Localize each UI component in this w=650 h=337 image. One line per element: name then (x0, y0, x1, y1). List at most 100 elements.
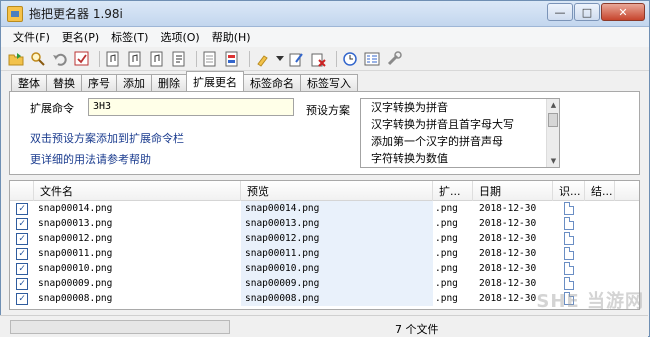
undo-icon[interactable] (51, 50, 69, 68)
clock-icon[interactable] (341, 50, 359, 68)
table-row[interactable]: ✓ snap00010.png snap00010.png .png 2018-12-3… (10, 261, 639, 276)
document-color-icon[interactable] (223, 50, 241, 68)
tab-strip: 整体 替换 序号 添加 删除 扩展更名 标签命名 标签写入 (1, 71, 649, 91)
window-title: 拖把更名器 1.98i (29, 7, 123, 21)
scroll-down-icon[interactable]: ▼ (547, 155, 559, 167)
menu-rename[interactable]: 更名(P) (56, 29, 105, 45)
header-identify[interactable]: 识... (553, 181, 585, 201)
preset-item[interactable]: 字符转换为数值 (361, 150, 559, 167)
tab-tag-naming[interactable]: 标签命名 (243, 74, 301, 91)
check-icon[interactable] (73, 50, 91, 68)
title-bar[interactable]: 拖把更名器 1.98i — □ ✕ (1, 1, 649, 27)
tab-delete[interactable]: 删除 (151, 74, 187, 91)
preset-item[interactable]: 汉字转换为拼音且首字母大写 (361, 116, 559, 133)
scroll-thumb[interactable] (548, 113, 558, 127)
scroll-up-icon[interactable]: ▲ (547, 99, 559, 111)
cell-extension: .png (435, 218, 458, 229)
file-icon (564, 202, 574, 215)
hint-double-click: 双击预设方案添加到扩展命令栏 (30, 132, 184, 145)
toolbar-separator (249, 50, 250, 67)
cell-identify (553, 246, 585, 261)
window-controls: — □ ✕ (546, 3, 645, 21)
tag-edit-icon[interactable] (288, 50, 306, 68)
row-checkbox[interactable]: ✓ (16, 232, 28, 245)
row-checkbox[interactable]: ✓ (16, 277, 28, 290)
cell-filename: snap00013.png (38, 218, 113, 229)
cell-identify (553, 231, 585, 246)
tab-sequence[interactable]: 序号 (81, 74, 117, 91)
tag-delete-icon[interactable] (310, 50, 328, 68)
settings-icon[interactable] (385, 50, 403, 68)
toolbar-separator (99, 50, 100, 67)
cell-extension: .png (435, 248, 458, 259)
row-checkbox-cell: ✓ (10, 276, 34, 291)
preset-label: 预设方案 (306, 104, 350, 117)
header-date[interactable]: 日期 (473, 181, 553, 201)
row-checkbox[interactable]: ✓ (16, 217, 28, 230)
menu-bar: 文件(F) 更名(P) 标签(T) 选项(O) 帮助(H) (1, 27, 649, 47)
row-checkbox[interactable]: ✓ (16, 262, 28, 275)
menu-file[interactable]: 文件(F) (7, 29, 56, 45)
music-file-icon[interactable] (104, 50, 122, 68)
cell-filename: snap00014.png (38, 203, 113, 214)
cell-preview: snap00012.png (241, 231, 433, 246)
brush-icon[interactable] (254, 50, 272, 68)
preset-scrollbar[interactable]: ▲ ▼ (546, 99, 559, 167)
cell-date: 2018-12-30 (479, 263, 537, 274)
file-icon (564, 262, 574, 275)
toolbar (1, 47, 649, 71)
list-icon[interactable] (363, 50, 381, 68)
table-row[interactable]: ✓ snap00011.png snap00011.png .png 2018-12-3… (10, 246, 639, 261)
search-icon[interactable] (29, 50, 47, 68)
row-checkbox-cell: ✓ (10, 291, 34, 306)
music-file-icon[interactable] (148, 50, 166, 68)
table-row[interactable]: ✓ snap00014.png snap00014.png .png 2018-12-3… (10, 201, 639, 216)
cell-filename: snap00011.png (38, 248, 113, 259)
command-input[interactable]: 3H3 (88, 98, 294, 116)
cell-extension: .png (435, 278, 458, 289)
dropdown-icon[interactable] (276, 50, 284, 68)
row-checkbox[interactable]: ✓ (16, 202, 28, 215)
row-checkbox[interactable]: ✓ (16, 247, 28, 260)
menu-tag[interactable]: 标签(T) (105, 29, 154, 45)
cell-filename: snap00009.png (38, 278, 113, 289)
preset-item[interactable]: 汉字转换为拼音 (361, 99, 559, 116)
cell-date: 2018-12-30 (479, 203, 537, 214)
cell-filename: snap00010.png (38, 263, 113, 274)
cell-date: 2018-12-30 (479, 218, 537, 229)
minimize-button[interactable]: — (547, 3, 573, 21)
cell-identify (553, 216, 585, 231)
file-list-header: 文件名 预览 扩... 日期 识... 结... (10, 181, 639, 201)
toolbar-separator (196, 50, 197, 67)
menu-help[interactable]: 帮助(H) (206, 29, 257, 45)
tab-replace[interactable]: 替换 (46, 74, 82, 91)
preset-list[interactable]: 汉字转换为拼音 汉字转换为拼音且首字母大写 添加第一个汉字的拼音声母 字符转换为… (360, 98, 560, 168)
header-extension[interactable]: 扩... (433, 181, 473, 201)
table-row[interactable]: ✓ snap00012.png snap00012.png .png 2018-12-3… (10, 231, 639, 246)
header-result[interactable]: 结... (585, 181, 615, 201)
file-icon (564, 232, 574, 245)
document-icon[interactable] (201, 50, 219, 68)
header-check[interactable] (10, 181, 34, 201)
folder-open-icon[interactable] (7, 50, 25, 68)
table-row[interactable]: ✓ snap00013.png snap00013.png .png 2018-12-3… (10, 216, 639, 231)
menu-options[interactable]: 选项(O) (154, 29, 205, 45)
close-button[interactable]: ✕ (601, 3, 645, 21)
status-bar: 7 个文件 (0, 315, 648, 337)
tab-tag-write[interactable]: 标签写入 (300, 74, 358, 91)
header-filename[interactable]: 文件名 (34, 181, 241, 201)
header-preview[interactable]: 预览 (241, 181, 433, 201)
row-checkbox[interactable]: ✓ (16, 292, 28, 305)
row-checkbox-cell: ✓ (10, 231, 34, 246)
cell-preview: snap00013.png (241, 216, 433, 231)
tab-add[interactable]: 添加 (116, 74, 152, 91)
extended-rename-panel: 扩展命令 3H3 预设方案 汉字转换为拼音 汉字转换为拼音且首字母大写 添加第一… (9, 91, 640, 175)
maximize-button[interactable]: □ (574, 3, 600, 21)
music-file-icon[interactable] (170, 50, 188, 68)
preset-item[interactable]: 添加第一个汉字的拼音声母 (361, 133, 559, 150)
cell-preview: snap00014.png (241, 201, 433, 216)
music-file-icon[interactable] (126, 50, 144, 68)
tab-overall[interactable]: 整体 (11, 74, 47, 91)
tab-extended-rename[interactable]: 扩展更名 (186, 71, 244, 91)
cell-preview: snap00009.png (241, 276, 433, 291)
